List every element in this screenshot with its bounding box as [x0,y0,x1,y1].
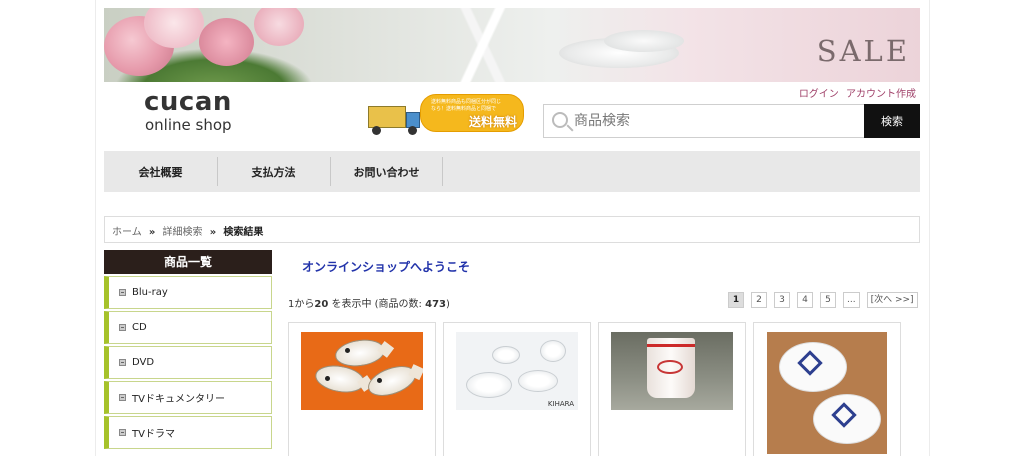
banner-plate [604,30,684,52]
results-total: 473 [425,299,446,310]
category-label: Blu-ray [132,287,168,298]
search-button[interactable]: 検索 [864,104,920,138]
cup-fish-motif [657,360,683,374]
category-label: CD [132,322,147,333]
search-input[interactable] [574,109,854,133]
breadcrumb-advanced-search[interactable]: 詳細検索 [163,227,203,238]
free-shipping-note: 送料無料商品も同梱区分が同じなら！送料無料商品と同梱で [431,99,502,112]
category-icon [119,324,126,331]
free-shipping-label: 送料無料 [469,115,518,129]
site-logo[interactable]: cucan online shop [144,88,254,134]
login-link[interactable]: ログイン [799,89,839,100]
welcome-heading: オンラインショップへようこそ [302,260,471,274]
results-to: 20 [314,299,329,310]
tableware-piece [466,372,512,398]
category-item-bluray[interactable]: Blu-ray [104,276,272,309]
fish-dish [364,360,420,402]
fish-eye [377,378,382,383]
results-suffix: ) [445,299,450,310]
category-icon [119,429,126,436]
logo-tagline: online shop [145,116,232,134]
breadcrumb-separator: » [209,227,217,238]
banner-chair [444,8,534,82]
product-image-kihara-tableware[interactable]: KIHARA [456,332,578,410]
banner-sale-text: SALE [816,34,910,68]
category-item-tv-drama[interactable]: TVドラマ [104,416,272,449]
sale-banner[interactable]: SALE [104,8,920,82]
page-ellipsis: ... [843,292,860,308]
tableware-piece [540,340,566,362]
nav-item-contact[interactable]: お問い合わせ [330,151,443,192]
search-icon [552,112,568,128]
category-label: TVドラマ [132,429,175,440]
nav-item-company[interactable]: 会社概要 [104,151,217,192]
product-card[interactable] [753,322,901,456]
fish-dish [333,336,387,370]
product-card[interactable] [598,322,746,456]
pagination: 1 2 3 4 5 ... [次へ >>] [728,292,918,308]
auth-links: ログイン アカウント作成 [795,85,916,100]
page-5[interactable]: 5 [820,292,836,308]
breadcrumb-separator: » [148,227,156,238]
breadcrumb-current: 検索結果 [223,227,264,238]
category-icon [119,359,126,366]
page-1[interactable]: 1 [728,292,744,308]
category-label: DVD [132,357,155,368]
results-count: 1から20 を表示中 (商品の数: 473) [288,295,450,310]
page-4[interactable]: 4 [797,292,813,308]
product-card[interactable]: KIHARA [443,322,591,456]
product-image-patterned-plates[interactable] [767,332,887,454]
category-item-dvd[interactable]: DVD [104,346,272,379]
logo-wordmark: cucan [144,87,232,117]
category-item-cd[interactable]: CD [104,311,272,344]
free-shipping-badge: 送料無料商品も同梱区分が同じなら！送料無料商品と同梱で 送料無料 [420,94,524,132]
category-sidebar: 商品一覧 Blu-ray CD DVD TVドキュメンタリー TVドラマ [104,250,272,449]
tableware-piece [492,346,520,364]
nav-item-payment[interactable]: 支払方法 [217,151,330,192]
truck-wheel-icon [408,126,417,135]
results-mid: を表示中 (商品の数: [328,299,426,310]
product-card[interactable] [288,322,436,456]
breadcrumb: ホーム » 詳細検索 » 検索結果 [104,216,920,243]
banner-flower [199,18,254,66]
product-image-fish-dishes[interactable] [301,332,423,410]
cup-band [647,344,695,347]
category-icon [119,394,126,401]
register-link[interactable]: アカウント作成 [846,89,916,100]
category-item-tv-documentary[interactable]: TVドキュメンタリー [104,381,272,414]
main-nav: 会社概要 支払方法 お問い合わせ [104,151,920,192]
truck-wheel-icon [372,126,381,135]
fish-eye [325,376,330,381]
product-image-glass-cup[interactable] [611,332,733,410]
category-label: TVドキュメンタリー [132,394,225,405]
page-3[interactable]: 3 [774,292,790,308]
category-icon [119,289,126,296]
fish-eye [345,348,350,353]
truck-icon [368,106,406,128]
breadcrumb-home[interactable]: ホーム [112,227,142,238]
tableware-piece [518,370,558,392]
search-box [543,104,865,138]
fish-dish [313,361,367,397]
page-2[interactable]: 2 [751,292,767,308]
sidebar-title: 商品一覧 [104,250,272,274]
product-brand-label: KIHARA [547,400,574,408]
product-grid: KIHARA [288,322,908,456]
next-page-link[interactable]: [次へ >>] [866,292,918,308]
free-shipping-banner[interactable]: 送料無料商品も同梱区分が同じなら！送料無料商品と同梱で 送料無料 [368,94,524,138]
banner-flower [254,8,304,46]
results-prefix: 1から [288,299,315,310]
